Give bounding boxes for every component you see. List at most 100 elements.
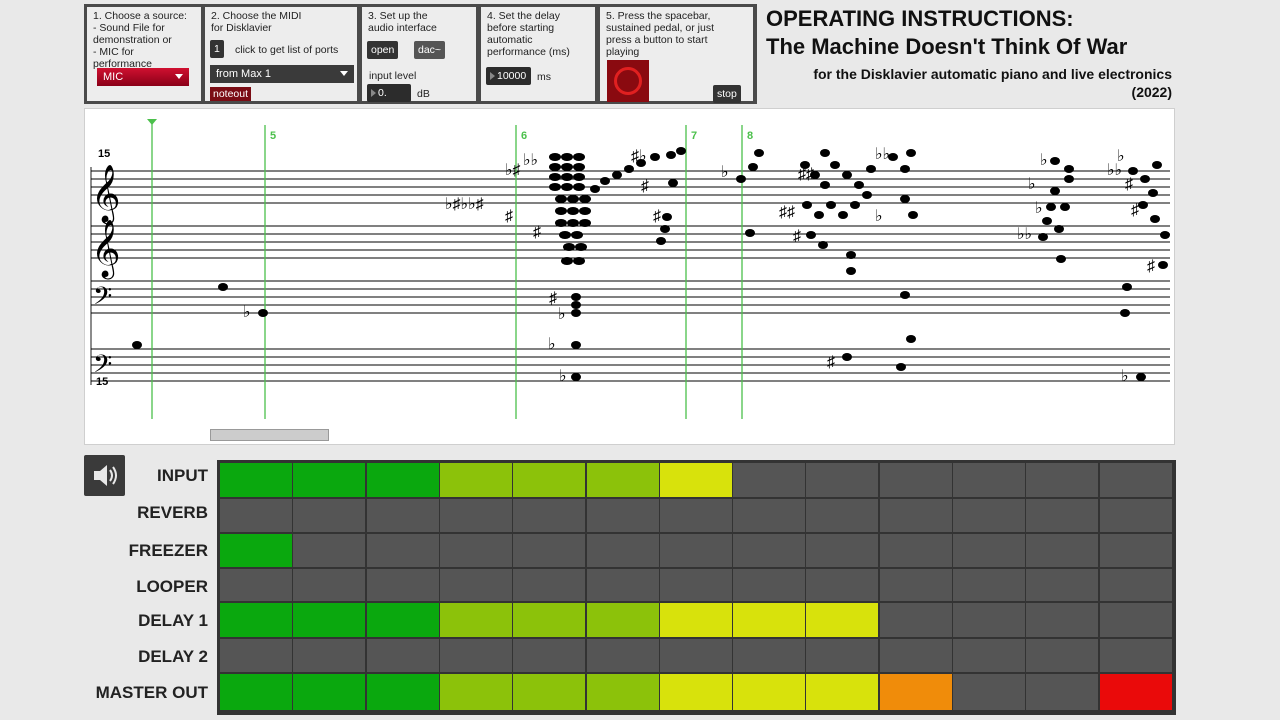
meter-cell [659, 499, 732, 532]
svg-text:♯: ♯ [793, 228, 801, 245]
meter-cell [953, 603, 1026, 637]
panel-audio-text: 3. Set up the audio interface [368, 10, 437, 34]
meter-cell [1099, 463, 1172, 497]
svg-text:♭: ♭ [243, 304, 251, 321]
panel-source: 1. Choose a source: - Sound File for dem… [87, 7, 201, 101]
panel-delay: 4. Set the delay before starting automat… [481, 7, 595, 101]
meter-cell [586, 603, 659, 637]
noteout-object[interactable]: noteout [210, 87, 252, 101]
input-level-value: 0. [378, 87, 387, 99]
svg-text:♭♭: ♭♭ [875, 146, 890, 163]
meter-cell [879, 499, 952, 532]
meter-cell [1099, 603, 1172, 637]
start-button[interactable] [607, 60, 649, 102]
title-line-1: OPERATING INSTRUCTIONS: [766, 6, 1074, 31]
clefs: 𝄞 𝄞 𝄢 𝄢 [91, 164, 121, 385]
source-menu[interactable]: MIC [97, 68, 189, 86]
meter-cell [1026, 639, 1099, 672]
meter-cell [733, 569, 806, 601]
svg-text:♯♭: ♯♭ [631, 148, 647, 165]
meter-cell [439, 639, 512, 672]
meter-cell [879, 534, 952, 567]
meter-cell [659, 674, 732, 710]
meter-cell [513, 674, 586, 710]
svg-text:♯: ♯ [549, 290, 557, 307]
meter-cell [806, 639, 879, 672]
meter-cell [366, 569, 439, 601]
meter-cell [1099, 639, 1172, 672]
cue-marker-5: 5 [270, 130, 276, 142]
midi-port-button[interactable]: 1 [210, 40, 224, 58]
meter-cell [879, 463, 952, 497]
svg-text:♯: ♯ [533, 224, 541, 241]
panel-start: 5. Press the spacebar, sustained pedal, … [600, 7, 753, 103]
meter-cell [879, 603, 952, 637]
chevron-down-icon [175, 74, 183, 79]
svg-text:𝄞: 𝄞 [91, 164, 121, 225]
svg-text:♭: ♭ [1035, 200, 1043, 217]
svg-text:♭: ♭ [721, 164, 729, 181]
panel-midi-text: 2. Choose the MIDI for Disklavier [211, 10, 302, 34]
svg-text:♯: ♯ [1131, 202, 1139, 219]
delay-number[interactable]: 10000 [486, 67, 531, 85]
stop-button[interactable]: stop [713, 85, 741, 103]
meter-cell [513, 534, 586, 567]
meter-cell [1099, 534, 1172, 567]
meter-cell [733, 463, 806, 497]
meter-cell [879, 674, 952, 710]
meter-cell [366, 534, 439, 567]
score-view[interactable]: 𝄞 𝄞 𝄢 𝄢 15 15 5 6 7 8 ♭ ♭♯♭♭♯ ♯ ♯ ♭♯ ♭♭ … [84, 108, 1175, 445]
svg-text:♯: ♯ [1125, 176, 1133, 193]
meter-cell [659, 534, 732, 567]
triangle-icon [371, 89, 376, 97]
midi-port-menu[interactable]: from Max 1 [210, 65, 354, 83]
panel-delay-text: 4. Set the delay before starting automat… [487, 10, 570, 58]
meter-cell [513, 499, 586, 532]
meter-cell [733, 534, 806, 567]
cue-marker-6: 6 [521, 130, 527, 142]
subtitle: for the Disklavier automatic piano and l… [813, 66, 1172, 82]
meter-cell [220, 463, 293, 497]
title-line-2: The Machine Doesn't Think Of War [766, 34, 1128, 59]
meter-cell [366, 603, 439, 637]
input-level-number[interactable]: 0. [367, 84, 411, 102]
meter-cell [953, 569, 1026, 601]
meter-cell [366, 463, 439, 497]
meter-cell [439, 569, 512, 601]
meter-cell [953, 499, 1026, 532]
svg-text:♭♭: ♭♭ [1017, 226, 1032, 243]
meter-cell [220, 603, 293, 637]
meter-cell [1026, 569, 1099, 601]
meter-cell [439, 499, 512, 532]
meter-cell [879, 569, 952, 601]
meter-cell [659, 639, 732, 672]
meter-cell [220, 499, 293, 532]
svg-text:♯: ♯ [505, 208, 513, 225]
delay-value: 10000 [497, 70, 527, 82]
horizontal-scrollbar[interactable] [210, 429, 329, 441]
meter-cell [806, 674, 879, 710]
playhead-marker-icon[interactable] [147, 119, 157, 125]
triangle-icon [490, 72, 495, 80]
svg-text:♯♯: ♯♯ [779, 204, 795, 221]
meter-cell [1099, 499, 1172, 532]
meter-cell [659, 603, 732, 637]
meter-cell [1026, 463, 1099, 497]
record-circle-icon [614, 67, 642, 95]
svg-text:♯: ♯ [1147, 258, 1155, 275]
open-button[interactable]: open [367, 41, 399, 59]
chevron-down-icon [340, 71, 348, 76]
meter-cell [220, 569, 293, 601]
svg-text:𝄢: 𝄢 [93, 282, 112, 317]
svg-text:♭♯♭♭♯: ♭♯♭♭♯ [445, 196, 484, 213]
meter-cell [220, 674, 293, 710]
meter-cell [1026, 674, 1099, 710]
meter-cell [1026, 603, 1099, 637]
dac-button[interactable]: dac~ [414, 41, 446, 59]
cue-lines [151, 121, 743, 419]
meter-cell [953, 534, 1026, 567]
svg-text:♯: ♯ [653, 208, 661, 225]
row-label-master: MASTER OUT [95, 683, 208, 702]
cue-marker-7: 7 [691, 130, 697, 142]
meter-cell [733, 674, 806, 710]
